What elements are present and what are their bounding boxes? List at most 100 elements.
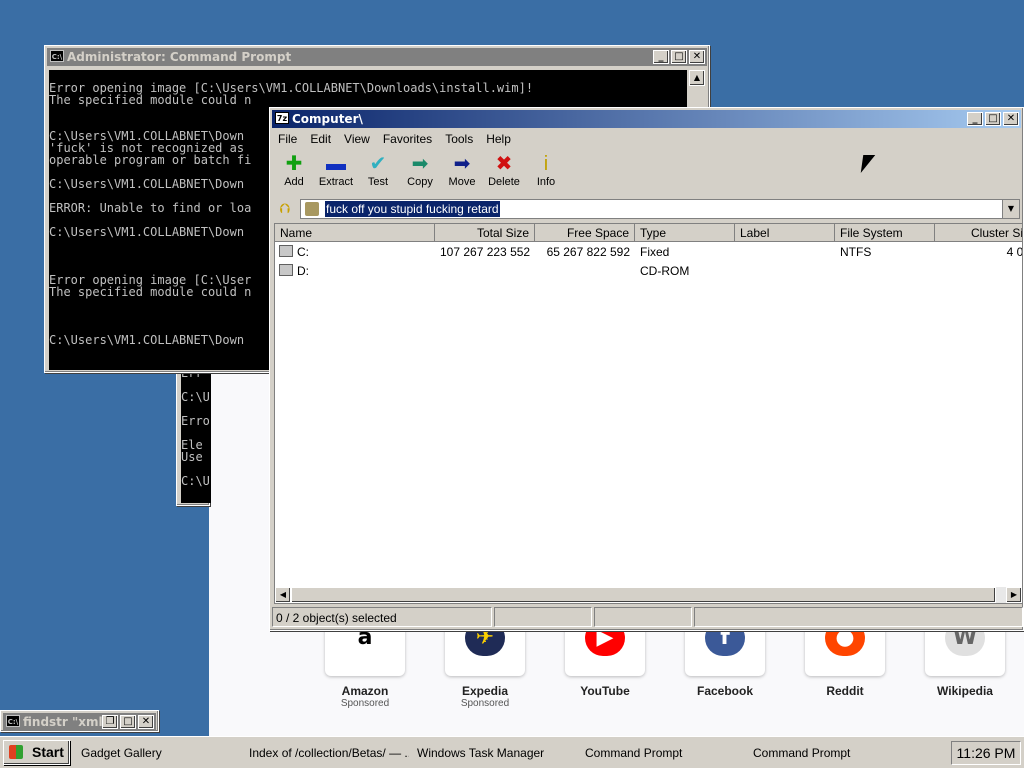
column-header-cluster-siz[interactable]: Cluster Siz [935, 224, 1022, 242]
minimize-button[interactable]: _ [967, 112, 983, 126]
status-bar: 0 / 2 object(s) selected [272, 607, 1023, 627]
close-button[interactable]: ✕ [689, 50, 705, 64]
close-button[interactable]: ✕ [1003, 112, 1019, 126]
maximize-button[interactable]: □ [120, 715, 136, 729]
status-selected-count: 0 / 2 object(s) selected [272, 607, 492, 627]
toolbar-label: Test [367, 176, 389, 188]
taskbar-item[interactable]: Gadget Gallery [81, 742, 241, 764]
status-cell-3 [594, 607, 692, 627]
menu-tools[interactable]: Tools [445, 132, 473, 146]
copy-icon: ➡ [411, 153, 429, 175]
taskbar-item[interactable]: Command Prompt [753, 742, 913, 764]
up-folder-button[interactable]: ⮉ [274, 199, 296, 219]
toolbar-label: Copy [407, 176, 433, 188]
shortcut-sublabel: Sponsored [340, 698, 390, 709]
column-header-file-system[interactable]: File System [835, 224, 935, 242]
taskbar: Start Gadget Gallery Index of /collection… [0, 736, 1024, 768]
test-icon: ✔ [369, 153, 387, 175]
menu-file[interactable]: File [278, 132, 297, 146]
cd-drive-icon [279, 264, 293, 276]
menu-view[interactable]: View [344, 132, 370, 146]
address-dropdown-button[interactable]: ▼ [1002, 200, 1019, 218]
status-cell-2 [494, 607, 592, 627]
scroll-left-arrow[interactable]: ◀ [275, 587, 291, 603]
minimize-button[interactable]: _ [653, 50, 669, 64]
start-button[interactable]: Start [3, 740, 70, 765]
toolbar-label: Move [448, 176, 476, 188]
findstr-titlebar[interactable]: C:\ findstr "xml... ❐ □ ✕ [3, 713, 156, 731]
sevenzip-title: Computer\ [292, 112, 363, 126]
copy-button[interactable]: ➡ Copy [398, 152, 442, 188]
sevenzip-window[interactable]: 7z Computer\ _ □ ✕ File Edit View Favorites… [269, 107, 1024, 631]
extract-button[interactable]: ▬ Extract [314, 152, 358, 188]
test-button[interactable]: ✔ Test [356, 152, 400, 188]
clock-time: 11:26 PM [956, 745, 1016, 761]
info-button[interactable]: i Info [524, 152, 568, 188]
sevenzip-app-icon: 7z [275, 112, 289, 124]
move-button[interactable]: ➡ Move [440, 152, 484, 188]
restore-button[interactable]: ❐ [102, 715, 118, 729]
move-icon: ➡ [453, 153, 471, 175]
menu-bar: File Edit View Favorites Tools Help [278, 130, 524, 148]
windows-logo-icon [9, 745, 23, 759]
horizontal-scrollbar[interactable]: ◀ ▶ [275, 587, 1022, 603]
add-icon: ✚ [285, 153, 303, 175]
column-header-label[interactable]: Label [735, 224, 835, 242]
cell-type: Fixed [640, 245, 670, 259]
background-cmd-console: Err C:\U Erro Ele Use C:\U [181, 367, 211, 503]
maximize-button[interactable]: □ [671, 50, 687, 64]
menu-edit[interactable]: Edit [310, 132, 331, 146]
scrollbar-thumb[interactable] [291, 587, 996, 603]
shortcut-label[interactable]: Wikipedia [905, 684, 1024, 698]
address-text[interactable]: fuck off you stupid fucking retard [325, 201, 500, 217]
taskbar-item[interactable]: Index of /collection/Betas/ — ... [249, 742, 409, 764]
column-header-type[interactable]: Type [635, 224, 735, 242]
shortcut-label[interactable]: Expedia [425, 684, 545, 698]
taskbar-item[interactable]: Command Prompt [585, 742, 745, 764]
findstr-minimized-window[interactable]: C:\ findstr "xml... ❐ □ ✕ [0, 710, 159, 732]
console-line: C:\U [181, 474, 210, 488]
admin-cmd-title: Administrator: Command Prompt [67, 50, 292, 64]
cell-name: D: [297, 264, 309, 278]
console-line: Use [181, 450, 203, 464]
close-button[interactable]: ✕ [138, 715, 154, 729]
cell-cluster: 4 09 [1006, 245, 1023, 259]
toolbar-label: Delete [488, 176, 520, 188]
menu-help[interactable]: Help [486, 132, 511, 146]
folder-icon [305, 202, 319, 216]
cell-name: C: [297, 245, 309, 259]
console-line: Erro [181, 414, 210, 428]
table-row[interactable]: D: CD-ROM [275, 262, 1022, 280]
column-header-name[interactable]: Name [275, 224, 435, 242]
taskbar-item[interactable]: Windows Task Manager [417, 742, 577, 764]
shortcut-label[interactable]: YouTube [545, 684, 665, 698]
cell-type: CD-ROM [640, 264, 690, 278]
delete-button[interactable]: ✖ Delete [482, 152, 526, 188]
column-header-total-size[interactable]: Total Size [435, 224, 535, 242]
file-list[interactable]: Name Total Size Free Space Type Label File Sy… [274, 223, 1023, 604]
table-row[interactable]: C: 107 267 223 552 65 267 822 592 Fixed NTFS… [275, 243, 1023, 261]
toolbar-label: Add [284, 176, 304, 188]
shortcut-label[interactable]: Facebook [665, 684, 785, 698]
cell-free: 65 267 822 592 [546, 245, 630, 259]
shortcut-label[interactable]: Reddit [785, 684, 905, 698]
scroll-up-arrow[interactable]: ▲ [689, 70, 705, 86]
add-button[interactable]: ✚ Add [272, 152, 316, 188]
scroll-right-arrow[interactable]: ▶ [1006, 587, 1022, 603]
background-cmd-window[interactable]: Err C:\U Erro Ele Use C:\U [176, 360, 211, 506]
extract-icon: ▬ [326, 153, 346, 175]
admin-cmd-titlebar[interactable]: C:\ Administrator: Command Prompt _ □ ✕ [47, 48, 707, 66]
maximize-button[interactable]: □ [985, 112, 1001, 126]
start-label: Start [32, 744, 64, 760]
cell-total: 107 267 223 552 [440, 245, 531, 259]
console-line: C:\U [181, 390, 210, 404]
shortcut-label[interactable]: Amazon [305, 684, 425, 698]
system-clock: 11:26 PM [951, 741, 1021, 765]
address-bar[interactable]: fuck off you stupid fucking retard ▼ [300, 199, 1020, 219]
column-header-free-space[interactable]: Free Space [535, 224, 635, 242]
shortcut-sublabel: Sponsored [460, 698, 510, 709]
column-headers: Name Total Size Free Space Type Label File Sy… [275, 224, 1022, 242]
cell-fs: NTFS [840, 245, 872, 259]
menu-favorites[interactable]: Favorites [383, 132, 432, 146]
sevenzip-titlebar[interactable]: 7z Computer\ _ □ ✕ [272, 110, 1021, 128]
